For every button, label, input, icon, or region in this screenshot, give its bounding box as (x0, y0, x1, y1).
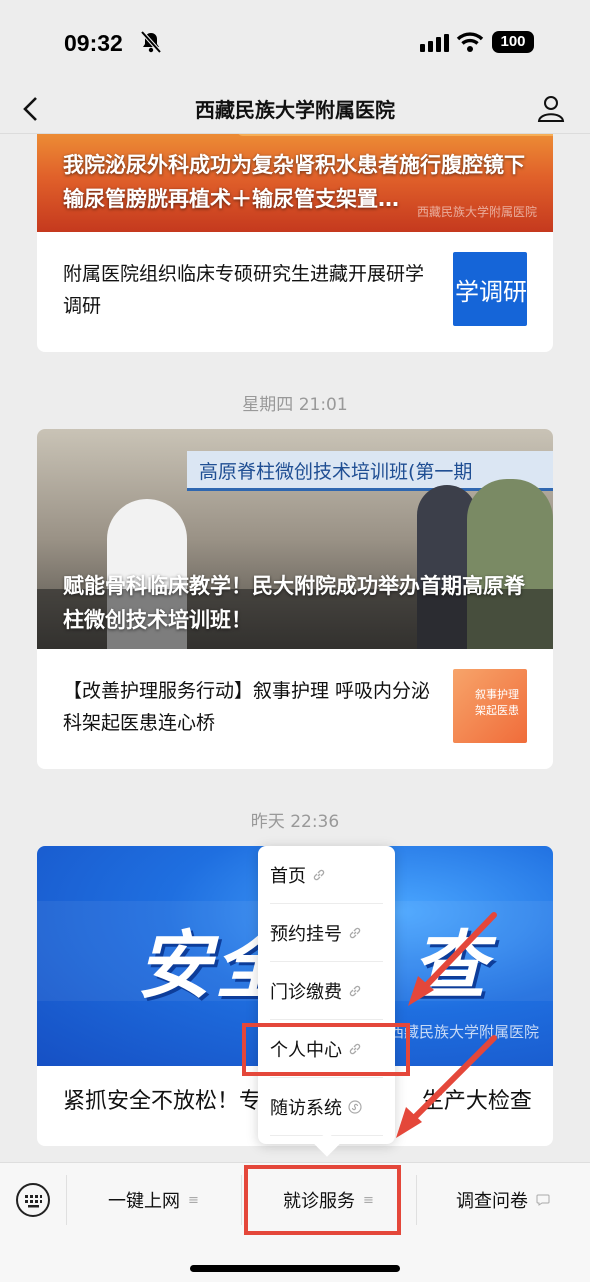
cellular-signal-icon (420, 34, 449, 52)
article-row-title-2: 【改善护理服务行动】叙事护理 呼吸内分泌科架起医患连心桥 (63, 680, 431, 734)
training-banner-text: 高原脊柱微创技术培训班(第一期 (199, 461, 473, 483)
date-separator: 星期四 21:01 (242, 395, 348, 415)
keyboard-icon[interactable] (16, 1183, 50, 1217)
article-hero-caption-2: 赋能骨科临床教学！民大附院成功举办首期高原脊柱微创技术培训班！ (63, 574, 525, 632)
article-row-2[interactable]: 【改善护理服务行动】叙事护理 呼吸内分泌科架起医患连心桥 叙事护理 架起医患 (37, 649, 553, 769)
menu-lines-icon: ≡ (363, 1192, 374, 1208)
date-separator: 昨天 22:36 (250, 812, 340, 832)
submenu-item-personal-center[interactable]: 个人中心 (270, 1020, 383, 1078)
mini-program-icon (348, 1099, 362, 1114)
article-row-1[interactable]: 附属医院组织临床专硕研究生进藏开展研学调研 学调研 (37, 232, 553, 352)
menu-wifi-access[interactable]: 一键上网 ≡ (66, 1177, 241, 1223)
link-icon (313, 869, 325, 880)
submenu-item-label: 首页 (270, 865, 306, 887)
article-card-2: 高原脊柱微创技术培训班(第一期 赋能骨科临床教学！民大附院成功举办首期高原脊柱微… (37, 429, 553, 769)
status-bar: 09:32 100 (0, 0, 590, 86)
submenu-item-label: 个人中心 (270, 1039, 342, 1061)
wifi-icon (456, 32, 484, 52)
menu-medical-services[interactable]: 就诊服务 ≡ (241, 1177, 416, 1223)
profile-icon[interactable] (536, 93, 566, 123)
bottom-menu-bar: 一键上网 ≡ 就诊服务 ≡ 调查问卷 (0, 1162, 590, 1282)
battery-level: 100 (500, 33, 526, 50)
status-time: 09:32 (64, 30, 123, 56)
article-thumbnail-2: 叙事护理 架起医患 (453, 669, 527, 743)
battery-icon: 100 (492, 31, 534, 53)
menu-label: 调查问卷 (456, 1191, 528, 1212)
submenu-item-home[interactable]: 首页 (270, 846, 383, 904)
submenu-item-label: 随访系统 (270, 1097, 342, 1119)
menu-lines-icon: ≡ (188, 1192, 199, 1208)
thumbnail-text: 叙事护理 架起医患 (475, 688, 519, 717)
chat-bubble-icon (536, 1194, 550, 1206)
article-hero-2[interactable]: 高原脊柱微创技术培训班(第一期 赋能骨科临床教学！民大附院成功举办首期高原脊柱微… (37, 429, 553, 649)
submenu-item-label: 门诊缴费 (270, 981, 342, 1003)
service-submenu: 首页 预约挂号 门诊缴费 个人中心 随访系统 (258, 846, 395, 1157)
article-card-1: 西藏民族大学附属医院 我院泌尿外科成功为复杂肾积水患者施行腹腔镜下输尿管膀胱再植… (37, 112, 553, 352)
menu-survey[interactable]: 调查问卷 (416, 1177, 590, 1223)
nav-bar: 西藏民族大学附属医院 (0, 86, 590, 134)
link-icon (349, 1043, 361, 1054)
submenu-item-followup[interactable]: 随访系统 (270, 1078, 383, 1136)
submenu-item-appointment[interactable]: 预约挂号 (270, 904, 383, 962)
article-row-title-1: 附属医院组织临床专硕研究生进藏开展研学调研 (63, 263, 425, 317)
link-icon (349, 985, 361, 996)
page-title: 西藏民族大学附属医院 (195, 98, 395, 122)
article-hero-caption-1: 我院泌尿外科成功为复杂肾积水患者施行腹腔镜下输尿管膀胱再植术＋输尿管支架置… (63, 153, 525, 211)
submenu-item-label: 预约挂号 (270, 923, 342, 945)
article-thumbnail-1: 学调研 (453, 252, 527, 326)
menu-label: 就诊服务 (283, 1191, 356, 1212)
link-icon (349, 927, 361, 938)
hero-watermark: 西藏民族大学附属医院 (388, 1023, 539, 1041)
menu-label: 一键上网 (108, 1191, 181, 1212)
thumbnail-text: 学调研 (455, 278, 527, 306)
home-indicator (190, 1265, 400, 1272)
bell-muted-icon (140, 30, 162, 54)
submenu-item-payment[interactable]: 门诊缴费 (270, 962, 383, 1020)
